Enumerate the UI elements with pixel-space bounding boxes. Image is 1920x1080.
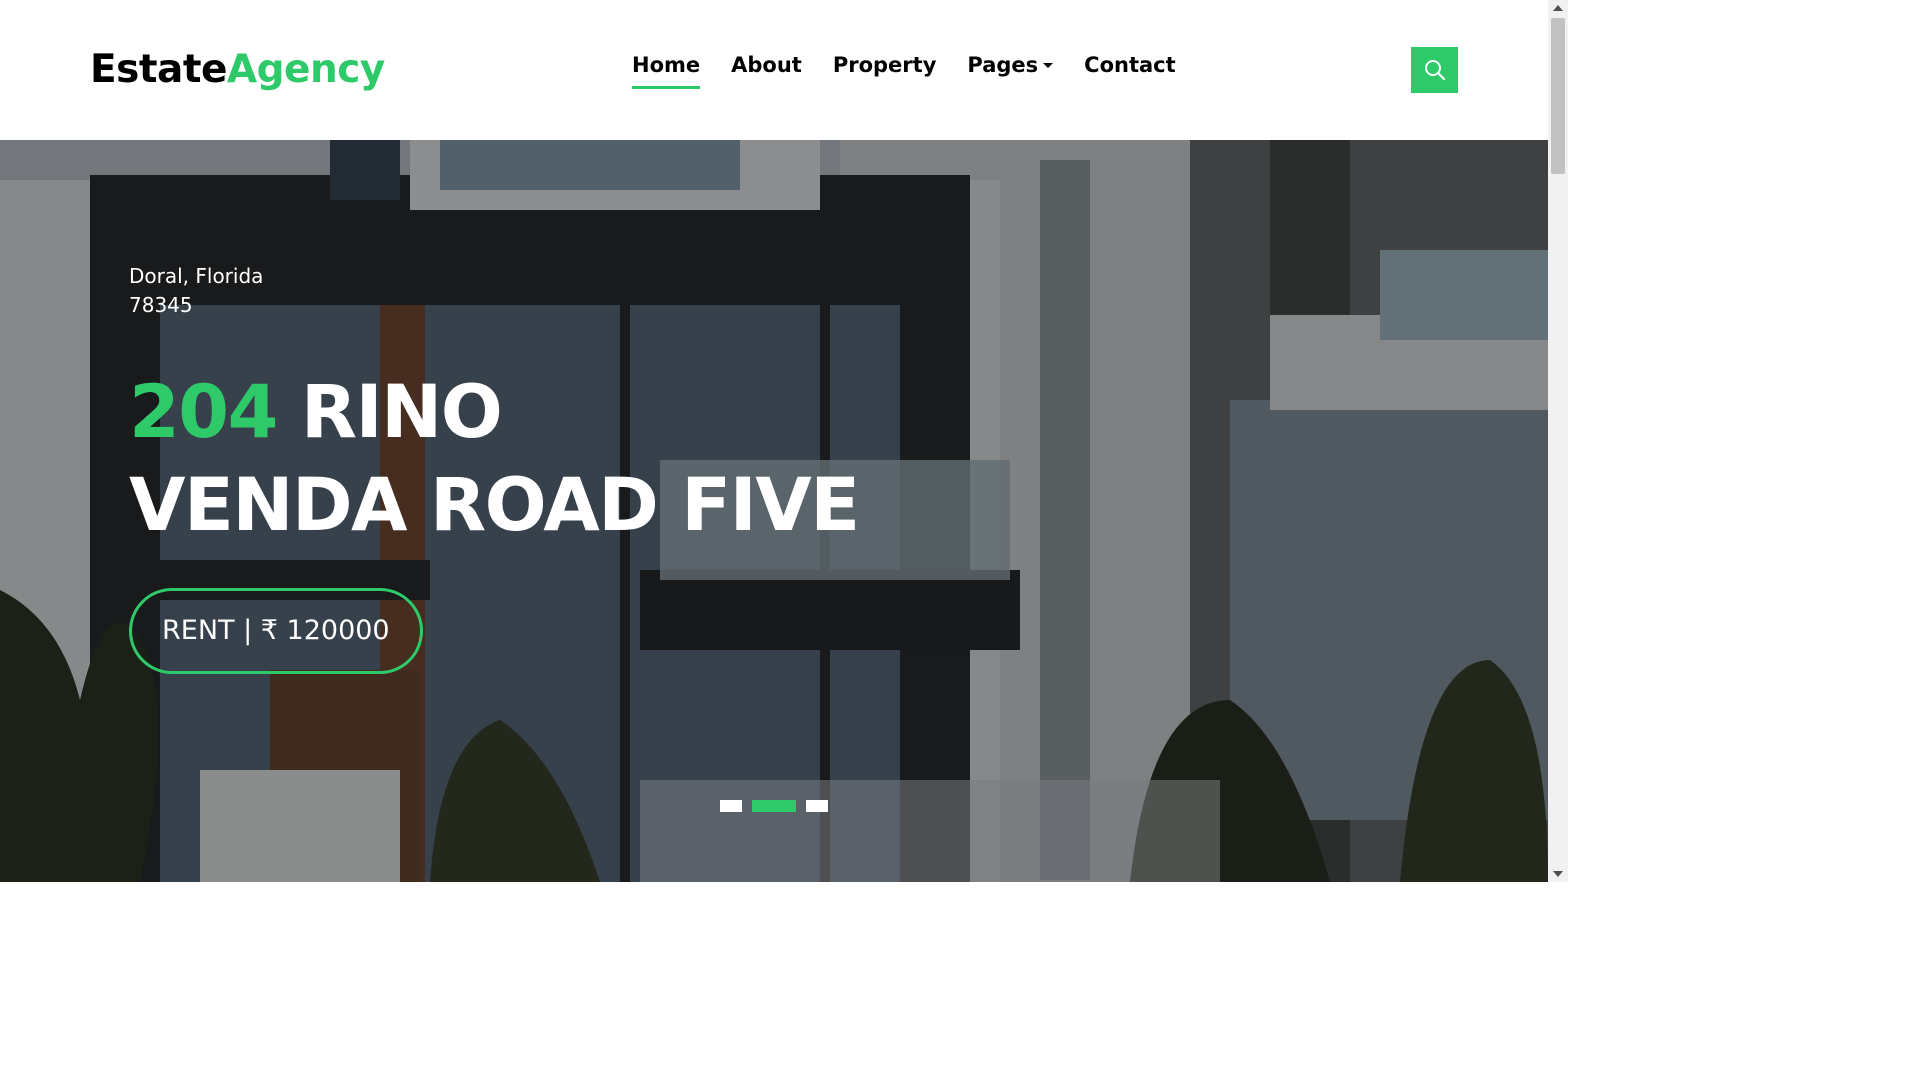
nav-pages-label: Pages xyxy=(967,53,1039,77)
hero-title: 204 Rino Venda Road Five xyxy=(129,366,1029,552)
hero-title-number: 204 xyxy=(129,370,278,455)
carousel-dot-3[interactable] xyxy=(806,800,828,812)
caret-down-icon xyxy=(1043,63,1054,68)
hero-location: Doral, Florida 78345 xyxy=(129,262,309,320)
scroll-up-arrow-icon[interactable] xyxy=(1548,0,1568,16)
brand-name-part1: Estate xyxy=(90,47,227,92)
brand-name-part2: Agency xyxy=(226,47,385,92)
brand-logo[interactable]: EstateAgency xyxy=(90,44,385,96)
carousel-dot-1[interactable] xyxy=(720,800,742,812)
hero-location-zip: 78345 xyxy=(129,293,193,317)
search-icon xyxy=(1424,60,1445,81)
price-button[interactable]: RENT | ₹ 120000 xyxy=(129,588,423,674)
hero-content: Doral, Florida 78345 204 Rino Venda Road… xyxy=(129,262,1029,674)
navbar: EstateAgency Home About Property Pages C… xyxy=(0,0,1548,140)
hero-title-line2: Venda Road Five xyxy=(129,463,860,548)
nav-about[interactable]: About xyxy=(731,48,802,88)
carousel-indicators xyxy=(720,800,828,812)
hero-title-line1: Rino xyxy=(300,370,503,455)
page: EstateAgency Home About Property Pages C… xyxy=(0,0,1568,882)
nav-pages-dropdown[interactable]: Pages xyxy=(967,48,1054,88)
scrollbar-thumb[interactable] xyxy=(1551,18,1565,174)
nav-property[interactable]: Property xyxy=(833,48,937,88)
hero-location-city: Doral, Florida xyxy=(129,264,264,288)
main-nav: Home About Property Pages Contact xyxy=(632,48,1176,89)
carousel-dot-2[interactable] xyxy=(752,800,796,812)
vertical-scrollbar[interactable] xyxy=(1548,0,1568,882)
nav-contact[interactable]: Contact xyxy=(1084,48,1176,88)
hero-carousel: Doral, Florida 78345 204 Rino Venda Road… xyxy=(0,140,1548,882)
scroll-down-arrow-icon[interactable] xyxy=(1548,866,1568,882)
nav-home[interactable]: Home xyxy=(632,48,701,89)
search-button[interactable] xyxy=(1411,47,1458,93)
